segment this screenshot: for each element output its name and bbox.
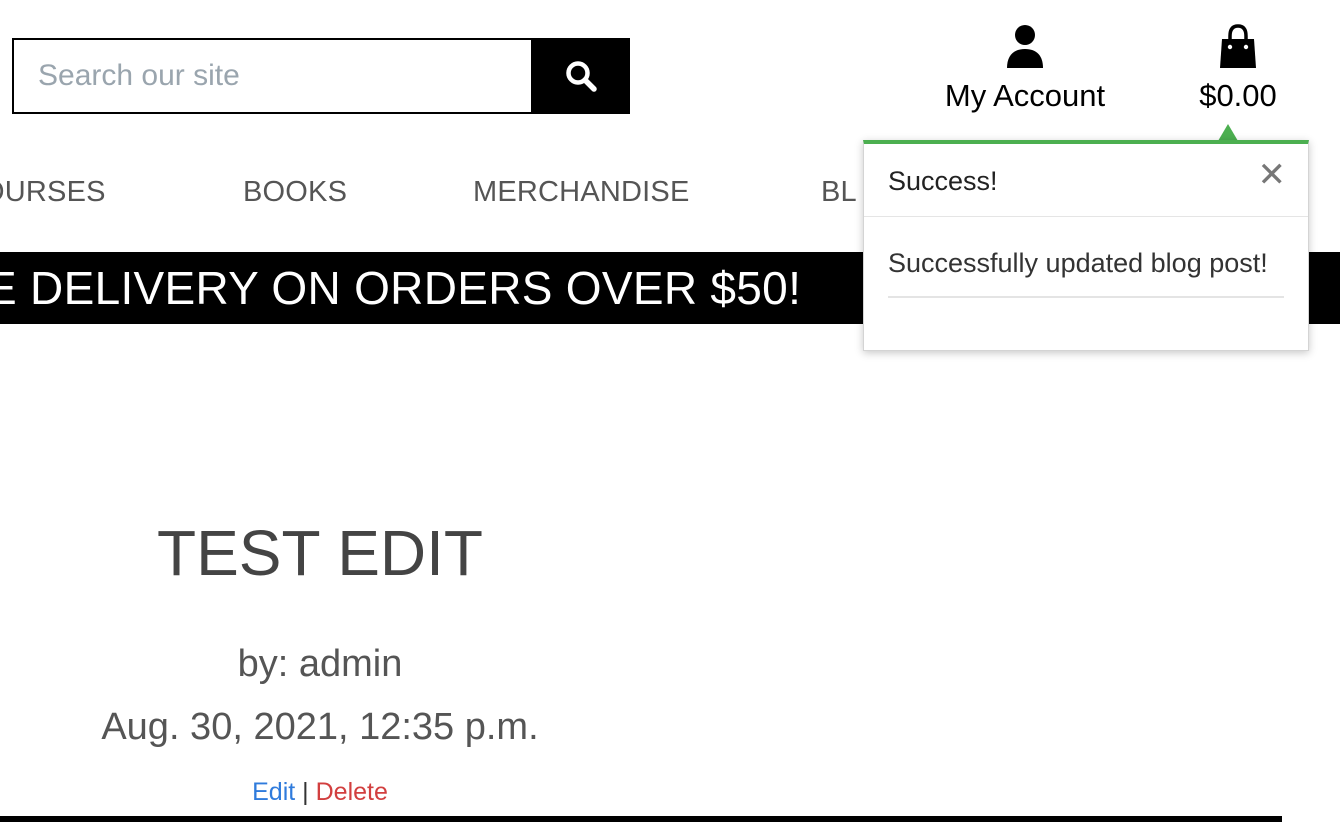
toast-divider bbox=[888, 296, 1284, 298]
cart-link[interactable]: $0.00 bbox=[1192, 24, 1284, 114]
my-account-label: My Account bbox=[944, 78, 1106, 113]
nav-item-books[interactable]: BOOKS bbox=[243, 176, 347, 209]
content-divider bbox=[0, 816, 1282, 822]
toast-message: Successfully updated blog post! bbox=[888, 248, 1268, 278]
my-account-link[interactable]: My Account bbox=[940, 24, 1110, 114]
post-date: Aug. 30, 2021, 12:35 p.m. bbox=[101, 706, 539, 748]
shopping-bag-icon bbox=[1220, 24, 1256, 68]
nav-item-blog[interactable]: BL bbox=[821, 176, 857, 209]
search-form bbox=[12, 38, 630, 114]
cart-total: $0.00 bbox=[1199, 78, 1277, 113]
user-icon bbox=[1007, 25, 1043, 68]
toast-header: Success! ✕ bbox=[864, 144, 1308, 217]
search-input[interactable] bbox=[12, 38, 531, 114]
search-button[interactable] bbox=[531, 38, 630, 114]
delete-link[interactable]: Delete bbox=[316, 778, 388, 806]
toast-title: Success! bbox=[888, 166, 998, 196]
delivery-banner-text: E DELIVERY ON ORDERS OVER $50! bbox=[0, 262, 802, 314]
nav-item-merchandise[interactable]: MERCHANDISE bbox=[473, 176, 690, 209]
search-icon bbox=[565, 61, 597, 92]
post-author: by: admin bbox=[237, 643, 403, 685]
nav-item-courses[interactable]: OURSES bbox=[0, 176, 106, 209]
toast-arrow bbox=[1218, 124, 1238, 141]
edit-link[interactable]: Edit bbox=[252, 778, 295, 806]
close-icon[interactable]: ✕ bbox=[1258, 158, 1287, 192]
success-toast: Success! ✕ Successfully updated blog pos… bbox=[863, 140, 1309, 351]
actions-separator: | bbox=[302, 778, 309, 806]
post-actions: Edit | Delete bbox=[20, 778, 620, 807]
post-title: TEST EDIT bbox=[157, 517, 483, 589]
